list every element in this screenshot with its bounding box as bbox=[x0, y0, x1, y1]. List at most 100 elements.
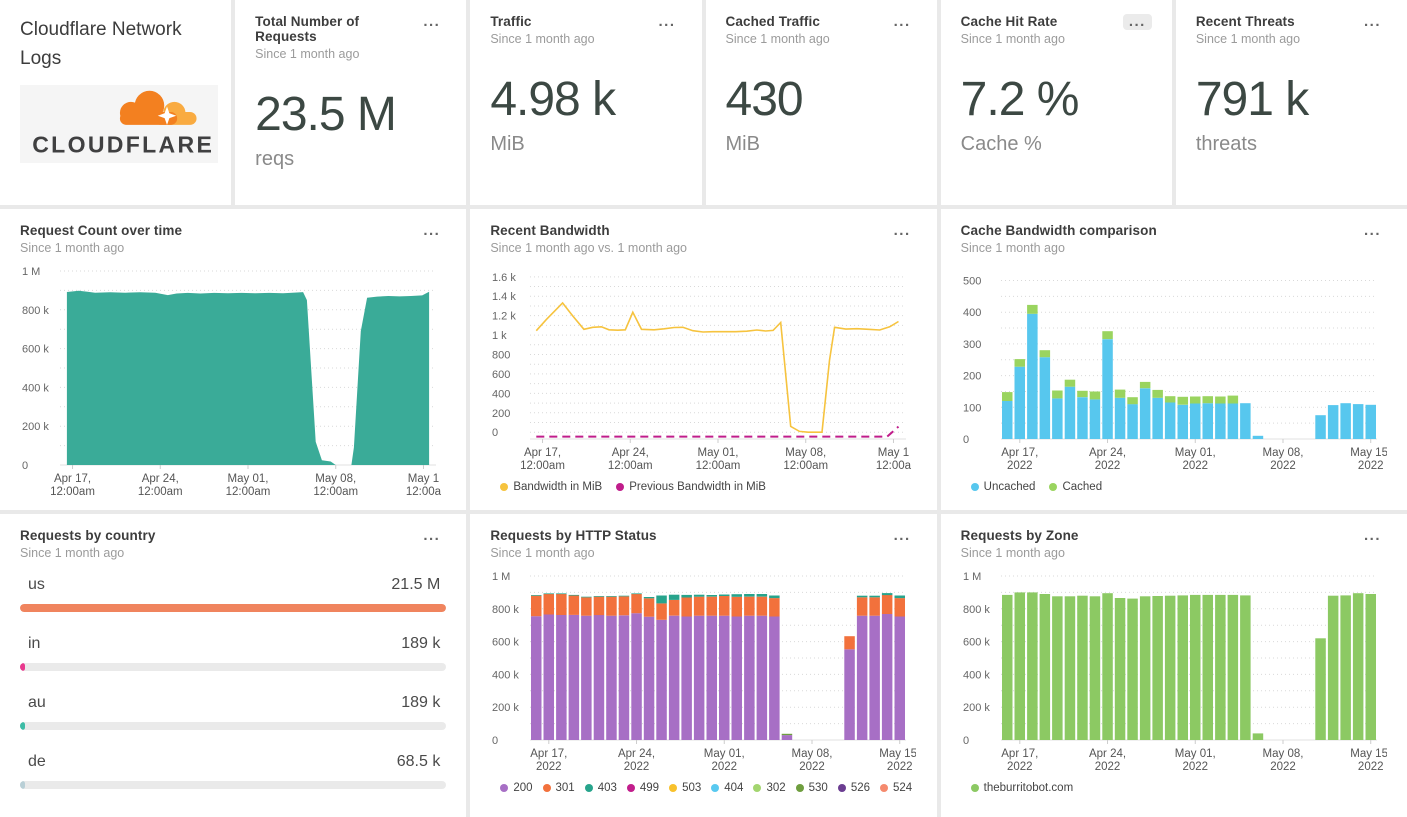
legend-item[interactable]: 526 bbox=[837, 782, 870, 794]
legend-label: Bandwidth in MiB bbox=[513, 481, 603, 493]
svg-text:400: 400 bbox=[963, 307, 981, 319]
svg-text:May 01,: May 01, bbox=[698, 447, 739, 459]
stat-title: Total Number of Requests bbox=[255, 14, 360, 44]
panel-subtitle: Since 1 month ago bbox=[960, 546, 1065, 560]
stat-title: Traffic bbox=[490, 14, 532, 29]
legend-item[interactable]: 503 bbox=[669, 782, 701, 794]
country-row[interactable]: in 189 k bbox=[20, 635, 447, 671]
svg-text:Apr 24,: Apr 24, bbox=[1089, 748, 1126, 760]
stat-card-cached-traffic: Cached Traffic Since 1 month ago ... 430… bbox=[705, 0, 937, 205]
panel-cache-bandwidth: Cache Bandwidth comparison Since 1 month… bbox=[940, 209, 1407, 510]
svg-text:12:00am: 12:00am bbox=[696, 460, 741, 472]
legend-label: Cached bbox=[1062, 481, 1103, 493]
panel-requests-by-country: Requests by country Since 1 month ago ..… bbox=[0, 514, 467, 817]
legend-dot-icon bbox=[837, 784, 846, 792]
more-menu-button[interactable]: ... bbox=[1122, 14, 1152, 30]
stat-value: 23.5 M bbox=[255, 88, 397, 141]
svg-text:600: 600 bbox=[492, 369, 510, 381]
legend-item[interactable]: 524 bbox=[880, 782, 912, 794]
more-menu-button[interactable]: ... bbox=[652, 14, 681, 30]
svg-text:May 01,: May 01, bbox=[1174, 447, 1215, 459]
panel-title: Recent Bandwidth bbox=[490, 223, 610, 238]
svg-text:12:00am: 12:00am bbox=[50, 486, 95, 498]
legend-dot-icon bbox=[500, 483, 509, 491]
svg-text:May 08,: May 08, bbox=[786, 447, 827, 459]
svg-text:0: 0 bbox=[492, 735, 498, 747]
svg-text:May 15,: May 15, bbox=[880, 748, 917, 760]
legend-item[interactable]: Uncached bbox=[970, 481, 1035, 493]
svg-text:May 01,: May 01, bbox=[704, 748, 745, 760]
svg-text:May 08,: May 08, bbox=[1262, 748, 1303, 760]
svg-text:12:00a: 12:00a bbox=[876, 460, 912, 472]
legend-item[interactable]: 530 bbox=[795, 782, 828, 794]
legend-item[interactable]: Previous Bandwidth in MiB bbox=[616, 481, 766, 493]
svg-text:May 01,: May 01, bbox=[228, 473, 269, 485]
svg-text:400 k: 400 k bbox=[22, 382, 49, 394]
more-menu-button[interactable]: ... bbox=[1358, 14, 1387, 30]
cache-bandwidth-chart[interactable]: 0 100 200 300 400 500 Apr 17, 2022 Apr 24, 2022 Ma… bbox=[961, 263, 1391, 475]
stat-unit: reqs bbox=[255, 148, 295, 170]
more-menu-button[interactable]: ... bbox=[888, 14, 917, 30]
stat-value: 430 bbox=[725, 73, 804, 126]
svg-text:600 k: 600 k bbox=[492, 637, 519, 649]
more-menu-button[interactable]: ... bbox=[417, 223, 446, 239]
panel-recent-bandwidth: Recent Bandwidth Since 1 month ago vs. 1… bbox=[470, 209, 937, 510]
legend-item[interactable]: 499 bbox=[626, 782, 659, 794]
svg-text:800 k: 800 k bbox=[963, 604, 990, 616]
country-row[interactable]: us 21.5 M bbox=[20, 576, 447, 612]
country-row[interactable]: au 189 k bbox=[20, 694, 447, 730]
legend-label: 503 bbox=[682, 782, 702, 794]
svg-text:12:00am: 12:00am bbox=[784, 460, 829, 472]
country-bar-track bbox=[20, 604, 447, 612]
svg-text:12:00a: 12:00a bbox=[406, 486, 442, 498]
svg-text:2022: 2022 bbox=[536, 761, 562, 773]
more-menu-button[interactable]: ... bbox=[417, 14, 446, 30]
legend-item[interactable]: 404 bbox=[711, 782, 743, 794]
legend-item[interactable]: Bandwidth in MiB bbox=[500, 481, 602, 493]
legend-item[interactable]: 301 bbox=[542, 782, 575, 794]
panel-title: Cache Bandwidth comparison bbox=[960, 223, 1157, 238]
recent-bandwidth-chart[interactable]: 0 200 400 600 800 1 k 1.2 k 1.4 k 1.6 k Apr 17, 12… bbox=[490, 263, 916, 475]
more-menu-button[interactable]: ... bbox=[1358, 528, 1387, 544]
country-bar-track bbox=[20, 781, 447, 789]
legend-label: 302 bbox=[766, 782, 786, 794]
more-menu-button[interactable]: ... bbox=[1358, 223, 1387, 239]
requests-by-zone-chart[interactable]: 0 200 k 400 k 600 k 800 k1 M Apr 17, 2022 Apr 2… bbox=[961, 568, 1391, 776]
chart-legend: theburritobot.com bbox=[961, 776, 1387, 794]
request-count-chart[interactable]: 0 200 k 400 k 600 k 800 k1 M Apr 17, 12:00am Ap… bbox=[20, 263, 446, 501]
more-menu-button[interactable]: ... bbox=[888, 223, 917, 239]
cloudflare-cloud-icon bbox=[119, 90, 197, 125]
chart-legend: Bandwidth in MiB Previous Bandwidth in Mi… bbox=[490, 475, 916, 493]
country-bar-fill bbox=[20, 663, 26, 671]
svg-text:0: 0 bbox=[22, 460, 28, 472]
legend-item[interactable]: theburritobot.com bbox=[970, 782, 1073, 794]
legend-item[interactable]: Cached bbox=[1049, 481, 1102, 493]
more-menu-button[interactable]: ... bbox=[417, 528, 446, 544]
legend-dot-icon bbox=[626, 784, 635, 792]
legend-item[interactable]: 302 bbox=[753, 782, 786, 794]
stat-card-traffic: Traffic Since 1 month ago ... 4.98 k MiB bbox=[470, 0, 702, 205]
legend-item[interactable]: 200 bbox=[500, 782, 533, 794]
stat-subtitle: Since 1 month ago bbox=[725, 32, 830, 46]
http-status-chart[interactable]: 0 200 k 400 k 600 k 800 k1 M Apr 17, 2022 Apr 2… bbox=[490, 568, 920, 776]
country-row[interactable]: de 68.5 k bbox=[20, 753, 447, 789]
country-bar-list[interactable]: us 21.5 M in 189 k au 189 k de 68.5 k bbox=[20, 576, 447, 789]
legend-dot-icon bbox=[880, 784, 889, 792]
svg-text:May 1: May 1 bbox=[408, 473, 439, 485]
svg-text:600 k: 600 k bbox=[22, 344, 49, 356]
svg-text:2022: 2022 bbox=[1182, 460, 1208, 472]
legend-dot-icon bbox=[1049, 483, 1058, 491]
legend-item[interactable]: 403 bbox=[584, 782, 617, 794]
svg-text:12:00am: 12:00am bbox=[138, 486, 183, 498]
panel-title: Requests by Zone bbox=[960, 528, 1079, 543]
country-value: 189 k bbox=[401, 635, 441, 652]
svg-text:Apr 17,: Apr 17, bbox=[54, 473, 91, 485]
panel-title: Request Count over time bbox=[20, 223, 183, 238]
svg-text:0: 0 bbox=[963, 735, 969, 747]
legend-label: 524 bbox=[893, 782, 913, 794]
country-code: de bbox=[28, 753, 46, 770]
svg-text:800 k: 800 k bbox=[22, 305, 49, 317]
svg-text:2022: 2022 bbox=[1182, 761, 1208, 773]
more-menu-button[interactable]: ... bbox=[888, 528, 917, 544]
svg-text:600 k: 600 k bbox=[963, 637, 990, 649]
